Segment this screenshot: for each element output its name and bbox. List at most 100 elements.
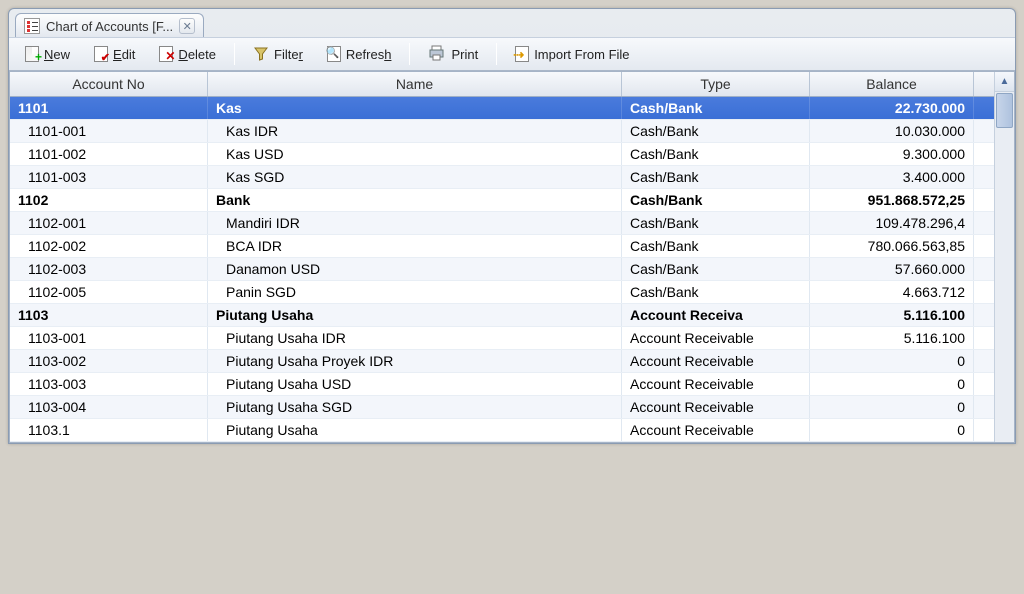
cell-type: Cash/Bank — [622, 189, 810, 211]
cell-name: Panin SGD — [208, 281, 622, 303]
table-row[interactable]: 1103-001Piutang Usaha IDRAccount Receiva… — [10, 327, 1014, 350]
print-button[interactable]: Print — [422, 42, 484, 66]
cell-account-no: 1102 — [10, 189, 208, 211]
table-row[interactable]: 1101-001Kas IDRCash/Bank10.030.000 — [10, 120, 1014, 143]
cell-name: Kas SGD — [208, 166, 622, 188]
grid-body: 1101KasCash/Bank22.730.0001101-001Kas ID… — [10, 97, 1014, 442]
cell-account-no: 1101-002 — [10, 143, 208, 165]
table-row[interactable]: 1103.1Piutang UsahaAccount Receivable0 — [10, 419, 1014, 442]
cell-balance: 5.116.100 — [810, 327, 974, 349]
cell-name: Piutang Usaha — [208, 419, 622, 441]
cell-name: Kas — [208, 97, 622, 119]
table-row[interactable]: 1103-003Piutang Usaha USDAccount Receiva… — [10, 373, 1014, 396]
cell-account-no: 1103-001 — [10, 327, 208, 349]
filter-icon — [253, 46, 269, 62]
table-row[interactable]: 1101-002Kas USDCash/Bank9.300.000 — [10, 143, 1014, 166]
cell-account-no: 1101 — [10, 97, 208, 119]
cell-balance: 109.478.296,4 — [810, 212, 974, 234]
cell-name: Piutang Usaha — [208, 304, 622, 326]
cell-account-no: 1103-004 — [10, 396, 208, 418]
import-icon — [515, 46, 529, 62]
accounts-grid: Account No Name Type Balance 1101KasCash… — [9, 71, 1015, 443]
cell-name: Piutang Usaha Proyek IDR — [208, 350, 622, 372]
cell-balance: 22.730.000 — [810, 97, 974, 119]
cell-type: Account Receivable — [622, 327, 810, 349]
table-row[interactable]: 1102-005Panin SGDCash/Bank4.663.712 — [10, 281, 1014, 304]
edit-button[interactable]: Edit — [88, 43, 141, 65]
grid-header: Account No Name Type Balance — [10, 72, 1014, 97]
cell-account-no: 1103-002 — [10, 350, 208, 372]
cell-balance: 780.066.563,85 — [810, 235, 974, 257]
cell-balance: 0 — [810, 419, 974, 441]
cell-type: Cash/Bank — [622, 212, 810, 234]
cell-account-no: 1102-001 — [10, 212, 208, 234]
table-row[interactable]: 1103-002Piutang Usaha Proyek IDRAccount … — [10, 350, 1014, 373]
scroll-up-icon[interactable]: ▲ — [995, 72, 1014, 92]
list-icon — [24, 18, 40, 34]
cell-type: Cash/Bank — [622, 281, 810, 303]
cell-account-no: 1103 — [10, 304, 208, 326]
tab-bar: Chart of Accounts [F... ✕ — [9, 9, 1015, 37]
cell-type: Account Receiva — [622, 304, 810, 326]
filter-label: Filter — [274, 47, 303, 62]
cell-type: Account Receivable — [622, 396, 810, 418]
cell-balance: 0 — [810, 373, 974, 395]
table-row[interactable]: 1102-003Danamon USDCash/Bank57.660.000 — [10, 258, 1014, 281]
refresh-button[interactable]: Refresh — [321, 43, 398, 65]
cell-balance: 4.663.712 — [810, 281, 974, 303]
cell-type: Cash/Bank — [622, 235, 810, 257]
table-row[interactable]: 1103Piutang UsahaAccount Receiva5.116.10… — [10, 304, 1014, 327]
cell-type: Cash/Bank — [622, 120, 810, 142]
tab-chart-of-accounts[interactable]: Chart of Accounts [F... ✕ — [15, 13, 204, 37]
tab-title: Chart of Accounts [F... — [46, 19, 173, 34]
toolbar-separator — [234, 43, 235, 65]
cell-balance: 3.400.000 — [810, 166, 974, 188]
cell-name: Piutang Usaha SGD — [208, 396, 622, 418]
table-row[interactable]: 1102-001Mandiri IDRCash/Bank109.478.296,… — [10, 212, 1014, 235]
cell-type: Account Receivable — [622, 373, 810, 395]
toolbar-separator — [409, 43, 410, 65]
table-row[interactable]: 1101KasCash/Bank22.730.000 — [10, 97, 1014, 120]
column-header-type[interactable]: Type — [622, 72, 810, 96]
column-header-balance[interactable]: Balance — [810, 72, 974, 96]
cell-name: Kas IDR — [208, 120, 622, 142]
table-row[interactable]: 1101-003Kas SGDCash/Bank3.400.000 — [10, 166, 1014, 189]
import-label: Import From File — [534, 47, 629, 62]
column-header-account-no[interactable]: Account No — [10, 72, 208, 96]
cell-name: Mandiri IDR — [208, 212, 622, 234]
edit-icon — [94, 46, 108, 62]
cell-balance: 0 — [810, 396, 974, 418]
delete-label: Delete — [178, 47, 216, 62]
new-icon — [25, 46, 39, 62]
table-row[interactable]: 1102-002BCA IDRCash/Bank780.066.563,85 — [10, 235, 1014, 258]
cell-account-no: 1101-003 — [10, 166, 208, 188]
table-row[interactable]: 1103-004Piutang Usaha SGDAccount Receiva… — [10, 396, 1014, 419]
cell-type: Cash/Bank — [622, 97, 810, 119]
cell-balance: 10.030.000 — [810, 120, 974, 142]
refresh-icon — [327, 46, 341, 62]
table-row[interactable]: 1102BankCash/Bank951.868.572,25 — [10, 189, 1014, 212]
vertical-scrollbar[interactable]: ▲ — [994, 72, 1014, 442]
cell-type: Cash/Bank — [622, 258, 810, 280]
cell-name: Piutang Usaha IDR — [208, 327, 622, 349]
delete-icon — [159, 46, 173, 62]
edit-label: Edit — [113, 47, 135, 62]
cell-name: Bank — [208, 189, 622, 211]
scroll-thumb[interactable] — [996, 93, 1013, 128]
cell-balance: 5.116.100 — [810, 304, 974, 326]
new-button[interactable]: New — [19, 43, 76, 65]
filter-button[interactable]: Filter — [247, 43, 309, 65]
toolbar: New Edit Delete Filter Refresh Print — [9, 37, 1015, 71]
delete-button[interactable]: Delete — [153, 43, 222, 65]
column-header-name[interactable]: Name — [208, 72, 622, 96]
chart-of-accounts-window: Chart of Accounts [F... ✕ New Edit Delet… — [8, 8, 1016, 444]
refresh-label: Refresh — [346, 47, 392, 62]
cell-type: Cash/Bank — [622, 166, 810, 188]
cell-name: Danamon USD — [208, 258, 622, 280]
close-icon[interactable]: ✕ — [179, 18, 195, 34]
cell-balance: 9.300.000 — [810, 143, 974, 165]
new-label: New — [44, 47, 70, 62]
cell-balance: 0 — [810, 350, 974, 372]
import-button[interactable]: Import From File — [509, 43, 635, 65]
cell-account-no: 1103.1 — [10, 419, 208, 441]
